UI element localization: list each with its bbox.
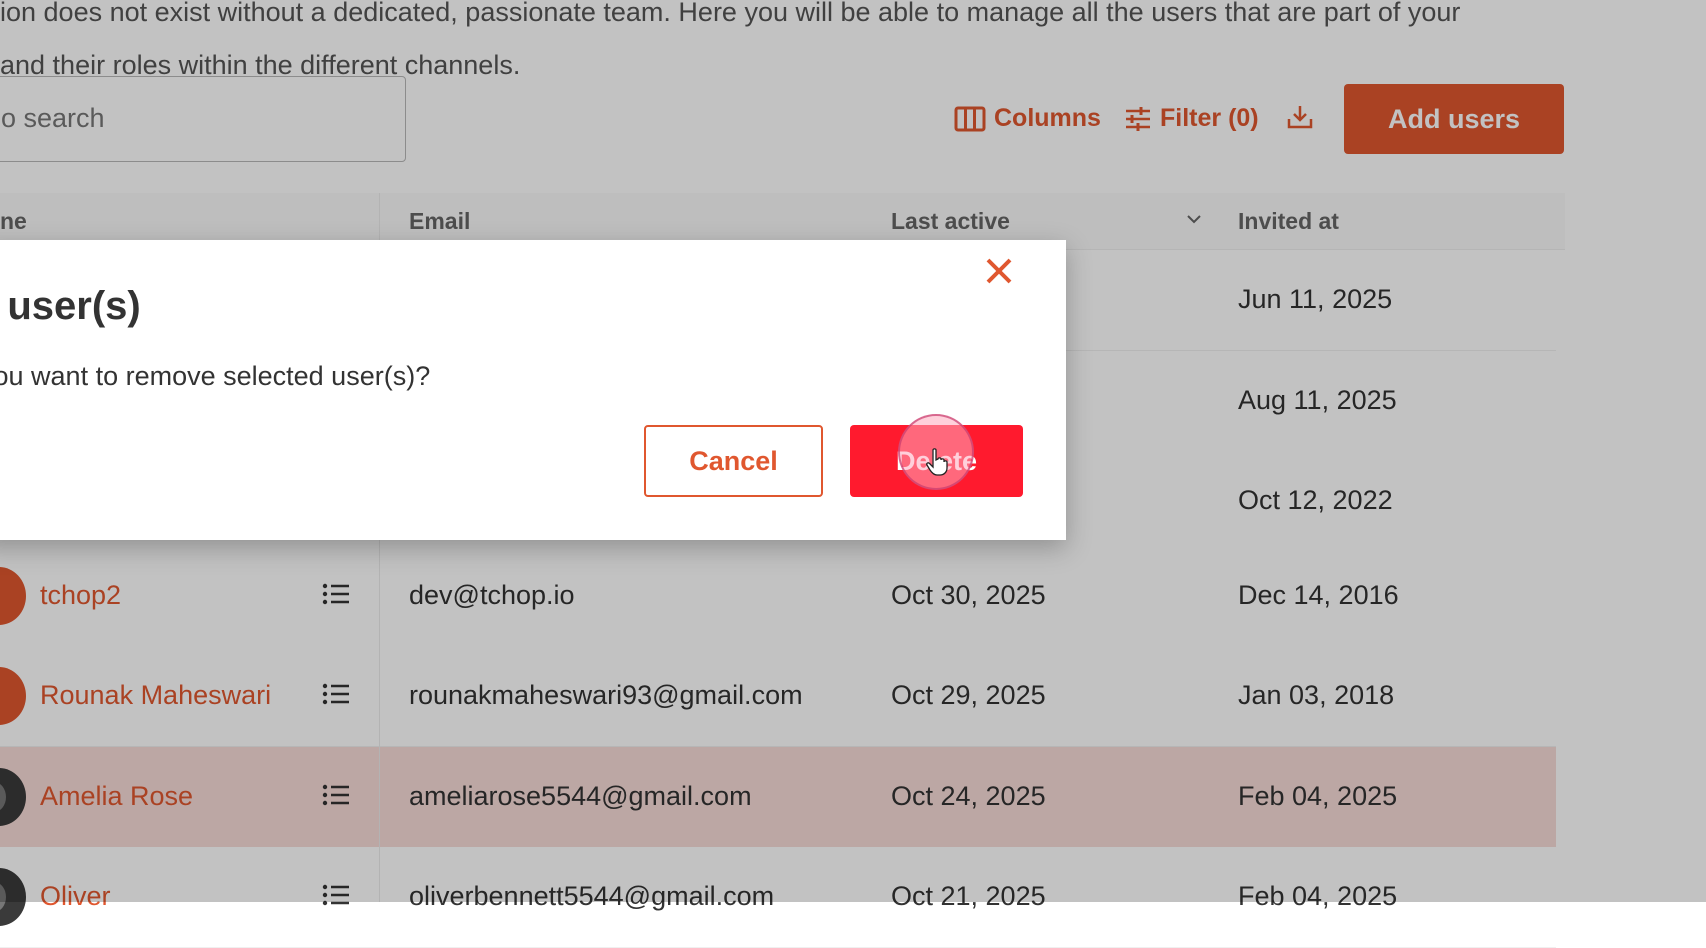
hand-cursor-icon bbox=[926, 448, 948, 476]
close-icon[interactable] bbox=[982, 254, 1016, 288]
cancel-button[interactable]: Cancel bbox=[644, 425, 823, 497]
dialog-message: you want to remove selected user(s)? bbox=[0, 361, 431, 391]
dialog-title: 1 user(s) bbox=[0, 284, 141, 328]
delete-users-dialog: 1 user(s) you want to remove selected us… bbox=[0, 240, 1066, 540]
